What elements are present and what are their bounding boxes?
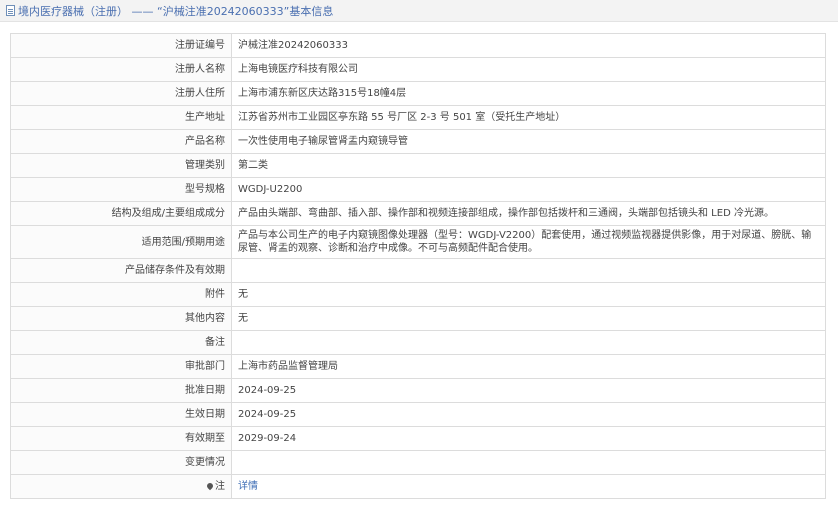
row-label: 结构及组成/主要组成成分 bbox=[10, 201, 232, 226]
page-header: 境内医疗器械（注册） —— “沪械注准20242060333”基本信息 bbox=[0, 0, 838, 22]
table-row: 产品储存条件及有效期 bbox=[10, 258, 826, 283]
row-value: 2024-09-25 bbox=[231, 378, 826, 403]
table-row: 有效期至 2029-09-24 bbox=[10, 426, 826, 451]
row-value: 沪械注准20242060333 bbox=[231, 33, 826, 58]
document-icon bbox=[6, 5, 15, 16]
table-row: 备注 bbox=[10, 330, 826, 355]
table-row: 附件 无 bbox=[10, 282, 826, 307]
row-label: 生产地址 bbox=[10, 105, 232, 130]
row-value: 产品与本公司生产的电子内窥镜图像处理器（型号：WGDJ-V2200）配套使用，通… bbox=[231, 225, 826, 259]
pin-icon bbox=[205, 481, 215, 491]
note-label: 注 bbox=[215, 481, 225, 492]
table-row: 管理类别 第二类 bbox=[10, 153, 826, 178]
row-value bbox=[231, 330, 826, 355]
row-label: 变更情况 bbox=[10, 450, 232, 475]
row-value: 一次性使用电子输尿管肾盂内窥镜导管 bbox=[231, 129, 826, 154]
row-label: 生效日期 bbox=[10, 402, 232, 427]
row-value: 第二类 bbox=[231, 153, 826, 178]
row-value: 无 bbox=[231, 306, 826, 331]
table-row: 注册人名称 上海电镜医疗科技有限公司 bbox=[10, 57, 826, 82]
row-value: 上海电镜医疗科技有限公司 bbox=[231, 57, 826, 82]
row-label: 批准日期 bbox=[10, 378, 232, 403]
row-label: 型号规格 bbox=[10, 177, 232, 202]
row-label: 注册证编号 bbox=[10, 33, 232, 58]
row-label: 管理类别 bbox=[10, 153, 232, 178]
row-label: 有效期至 bbox=[10, 426, 232, 451]
info-table-container: 注册证编号 沪械注准20242060333 注册人名称 上海电镜医疗科技有限公司… bbox=[10, 33, 826, 499]
row-label: 注册人住所 bbox=[10, 81, 232, 106]
row-value: WGDJ-U2200 bbox=[231, 177, 826, 202]
row-value bbox=[231, 450, 826, 475]
note-value-cell: 详情 bbox=[231, 474, 826, 499]
table-row: 其他内容 无 bbox=[10, 306, 826, 331]
info-table: 注册证编号 沪械注准20242060333 注册人名称 上海电镜医疗科技有限公司… bbox=[10, 33, 826, 499]
table-row: 型号规格 WGDJ-U2200 bbox=[10, 177, 826, 202]
page-title: 境内医疗器械（注册） —— “沪械注准20242060333”基本信息 bbox=[18, 4, 334, 18]
table-row: 注册证编号 沪械注准20242060333 bbox=[10, 33, 826, 58]
details-link[interactable]: 详情 bbox=[238, 481, 258, 492]
row-label: 产品名称 bbox=[10, 129, 232, 154]
row-label: 审批部门 bbox=[10, 354, 232, 379]
row-label: 其他内容 bbox=[10, 306, 232, 331]
row-label: 产品储存条件及有效期 bbox=[10, 258, 232, 283]
row-value: 上海市药品监督管理局 bbox=[231, 354, 826, 379]
row-label: 附件 bbox=[10, 282, 232, 307]
row-label: 注册人名称 bbox=[10, 57, 232, 82]
note-label-cell: 注 bbox=[10, 474, 232, 499]
table-row-note: 注 详情 bbox=[10, 474, 826, 499]
row-value: 2029-09-24 bbox=[231, 426, 826, 451]
table-row: 结构及组成/主要组成成分 产品由头端部、弯曲部、插入部、操作部和视频连接部组成，… bbox=[10, 201, 826, 226]
row-label: 备注 bbox=[10, 330, 232, 355]
table-row: 变更情况 bbox=[10, 450, 826, 475]
row-value: 2024-09-25 bbox=[231, 402, 826, 427]
row-value: 上海市浦东新区庆达路315号18幢4层 bbox=[231, 81, 826, 106]
row-value: 江苏省苏州市工业园区亭东路 55 号厂区 2-3 号 501 室（受托生产地址） bbox=[231, 105, 826, 130]
row-value bbox=[231, 258, 826, 283]
row-label: 适用范围/预期用途 bbox=[10, 225, 232, 259]
table-row: 产品名称 一次性使用电子输尿管肾盂内窥镜导管 bbox=[10, 129, 826, 154]
table-row: 注册人住所 上海市浦东新区庆达路315号18幢4层 bbox=[10, 81, 826, 106]
table-row: 生产地址 江苏省苏州市工业园区亭东路 55 号厂区 2-3 号 501 室（受托… bbox=[10, 105, 826, 130]
row-value: 产品由头端部、弯曲部、插入部、操作部和视频连接部组成，操作部包括拨杆和三通阀，头… bbox=[231, 201, 826, 226]
table-row: 审批部门 上海市药品监督管理局 bbox=[10, 354, 826, 379]
row-value: 无 bbox=[231, 282, 826, 307]
table-row: 批准日期 2024-09-25 bbox=[10, 378, 826, 403]
table-row: 生效日期 2024-09-25 bbox=[10, 402, 826, 427]
table-row: 适用范围/预期用途 产品与本公司生产的电子内窥镜图像处理器（型号：WGDJ-V2… bbox=[10, 225, 826, 259]
